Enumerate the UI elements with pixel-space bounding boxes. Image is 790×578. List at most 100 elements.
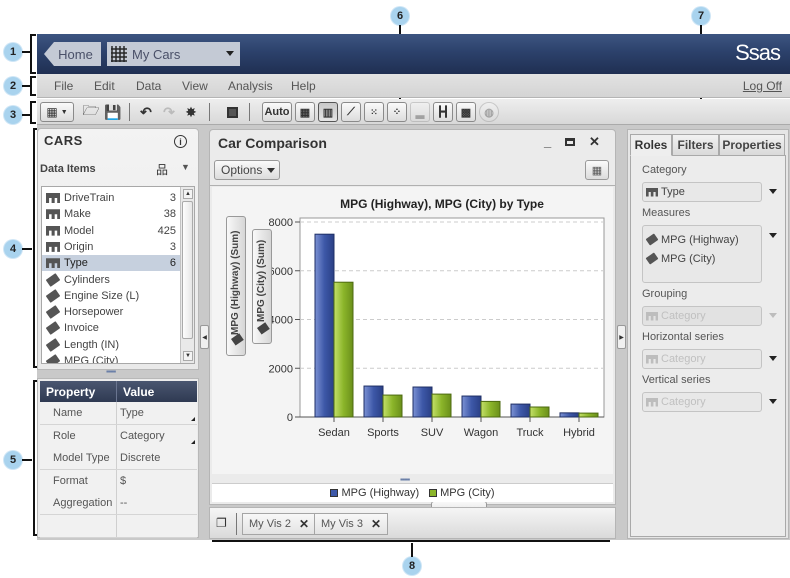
data-items-menu-icon[interactable]: ▼ bbox=[181, 162, 190, 172]
data-item-count: 6 bbox=[169, 257, 176, 270]
measure-icon bbox=[45, 272, 61, 287]
home-button[interactable]: Home bbox=[44, 42, 101, 66]
bar-city-hybrid bbox=[578, 412, 599, 418]
scroll-up-arrow[interactable]: ▲ bbox=[183, 189, 193, 199]
collapse-right-pane-button[interactable]: ▶ bbox=[617, 325, 626, 349]
category-icon bbox=[646, 354, 658, 364]
minimize-icon[interactable]: _ bbox=[544, 134, 551, 149]
data-item-count: 3 bbox=[169, 192, 176, 204]
toolbar-separator bbox=[129, 103, 130, 121]
show-table-button[interactable]: ▦ bbox=[585, 160, 609, 180]
tab-filters[interactable]: Filters bbox=[672, 134, 719, 156]
property-row[interactable]: Name Type bbox=[40, 402, 197, 425]
scrollbar[interactable]: ▲ ▼ bbox=[180, 187, 194, 363]
collapse-left-pane-button[interactable]: ◀ bbox=[200, 325, 209, 349]
measure-item[interactable]: MPG (City) bbox=[645, 249, 715, 268]
horizontal-series-field[interactable]: Category bbox=[642, 349, 762, 369]
data-item[interactable]: Cylinders bbox=[42, 272, 180, 288]
undo-icon[interactable]: ↶ bbox=[137, 103, 155, 121]
report-selector[interactable]: My Cars bbox=[107, 42, 240, 66]
hierarchy-icon[interactable]: 品 bbox=[156, 161, 168, 178]
y-axis-button-city[interactable]: MPG (City) (Sum) bbox=[252, 229, 272, 344]
scroll-down-arrow[interactable]: ▼ bbox=[183, 351, 193, 361]
tab-properties[interactable]: Properties bbox=[719, 134, 785, 156]
maximize-icon[interactable] bbox=[223, 103, 241, 121]
property-value-text: Type bbox=[120, 407, 144, 419]
property-row[interactable]: Role Category bbox=[40, 424, 197, 448]
measure-icon bbox=[231, 333, 244, 346]
menu-help[interactable]: Help bbox=[291, 79, 316, 93]
close-icon[interactable]: ✕ bbox=[589, 134, 600, 150]
data-item[interactable]: DriveTrain 3 bbox=[42, 190, 180, 206]
close-tab-icon[interactable]: ✕ bbox=[299, 517, 309, 531]
auto-chart-button[interactable]: Auto bbox=[262, 102, 292, 122]
measures-field[interactable]: MPG (Highway) MPG (City) bbox=[642, 225, 762, 283]
data-item[interactable]: Make 38 bbox=[42, 206, 180, 222]
y-axis-button-highway[interactable]: MPG (Highway) (Sum) bbox=[226, 216, 246, 356]
bubble-plot-icon[interactable]: ⁘ bbox=[387, 102, 407, 122]
tab-roles[interactable]: Roles bbox=[630, 134, 672, 156]
options-button[interactable]: Options bbox=[214, 160, 280, 180]
bar-chart-icon[interactable]: ▥ bbox=[318, 102, 338, 122]
editable-corner-icon bbox=[191, 439, 195, 444]
measures-dropdown-icon[interactable] bbox=[769, 233, 777, 238]
box-plot-icon[interactable]: ┣┫ bbox=[433, 102, 453, 122]
property-row-empty bbox=[40, 514, 197, 538]
property-key: Model Type bbox=[40, 447, 117, 469]
property-value[interactable]: Type bbox=[117, 402, 197, 424]
data-item[interactable]: Type 6 bbox=[42, 255, 180, 272]
data-item[interactable]: Engine Size (L) bbox=[42, 288, 180, 304]
open-icon[interactable]: 🗁 bbox=[82, 102, 100, 121]
measure-item[interactable]: MPG (Highway) bbox=[645, 230, 739, 249]
data-item[interactable]: MPG (City) bbox=[42, 353, 180, 363]
header-value: Value bbox=[123, 384, 155, 399]
callout-5-leader bbox=[22, 459, 32, 461]
geo-map-icon[interactable]: ◍ bbox=[479, 102, 499, 122]
menu-file[interactable]: File bbox=[54, 79, 73, 93]
histogram-icon[interactable]: ▂ bbox=[410, 102, 430, 122]
category-icon bbox=[46, 258, 60, 269]
category-field[interactable]: Type bbox=[642, 182, 762, 202]
data-item[interactable]: Invoice bbox=[42, 320, 180, 336]
log-off-link[interactable]: Log Off bbox=[743, 79, 782, 93]
horizontal-series-dropdown-icon[interactable] bbox=[769, 356, 777, 361]
data-item[interactable]: Model 425 bbox=[42, 223, 180, 239]
data-item-name: DriveTrain bbox=[64, 192, 115, 204]
tab-my-vis-2[interactable]: My Vis 2 ✕ bbox=[242, 513, 317, 535]
table-icon[interactable]: ▦ bbox=[295, 102, 315, 122]
horizontal-series-label: Horizontal series bbox=[642, 331, 724, 343]
maximize-window-icon[interactable] bbox=[565, 134, 575, 149]
vertical-series-dropdown-icon[interactable] bbox=[769, 399, 777, 404]
callout-3: 3 bbox=[4, 106, 22, 124]
measure-icon bbox=[45, 337, 61, 352]
tab-list-icon[interactable]: ❐ bbox=[216, 516, 227, 530]
property-value[interactable]: Category bbox=[117, 425, 197, 447]
info-icon[interactable]: i bbox=[174, 135, 187, 148]
bar-city-wagon bbox=[480, 400, 501, 418]
category-dropdown-icon[interactable] bbox=[769, 189, 777, 194]
heat-map-icon[interactable]: ▩ bbox=[456, 102, 476, 122]
scroll-thumb[interactable] bbox=[182, 201, 193, 339]
line-chart-icon[interactable]: ⟋ bbox=[341, 102, 361, 122]
data-item[interactable]: Origin 3 bbox=[42, 239, 180, 255]
grouping-label: Grouping bbox=[642, 288, 688, 300]
grouping-dropdown-icon[interactable] bbox=[769, 313, 777, 318]
data-item[interactable]: Length (IN) bbox=[42, 337, 180, 353]
explore-icon[interactable]: ✸ bbox=[182, 103, 200, 121]
tab-my-vis-3[interactable]: My Vis 3 ✕ bbox=[314, 513, 389, 535]
new-report-dropdown[interactable]: ▦ ▼ bbox=[40, 102, 74, 122]
editable-corner-icon bbox=[191, 417, 195, 421]
property-value-text: $ bbox=[120, 474, 127, 487]
data-item[interactable]: Horsepower bbox=[42, 304, 180, 320]
menu-analysis[interactable]: Analysis bbox=[228, 79, 273, 93]
menu-edit[interactable]: Edit bbox=[94, 79, 115, 93]
menu-view[interactable]: View bbox=[182, 79, 208, 93]
save-icon[interactable]: 💾 bbox=[104, 103, 122, 121]
grouping-field[interactable]: Category bbox=[642, 306, 762, 326]
redo-icon[interactable]: ↷ bbox=[160, 103, 178, 121]
pane-resize-grip[interactable]: ▪▪▪▪▪ bbox=[106, 367, 116, 376]
close-tab-icon[interactable]: ✕ bbox=[371, 517, 381, 531]
menu-data[interactable]: Data bbox=[136, 79, 161, 93]
scatter-plot-icon[interactable]: ⁙ bbox=[364, 102, 384, 122]
vertical-series-field[interactable]: Category bbox=[642, 392, 762, 412]
